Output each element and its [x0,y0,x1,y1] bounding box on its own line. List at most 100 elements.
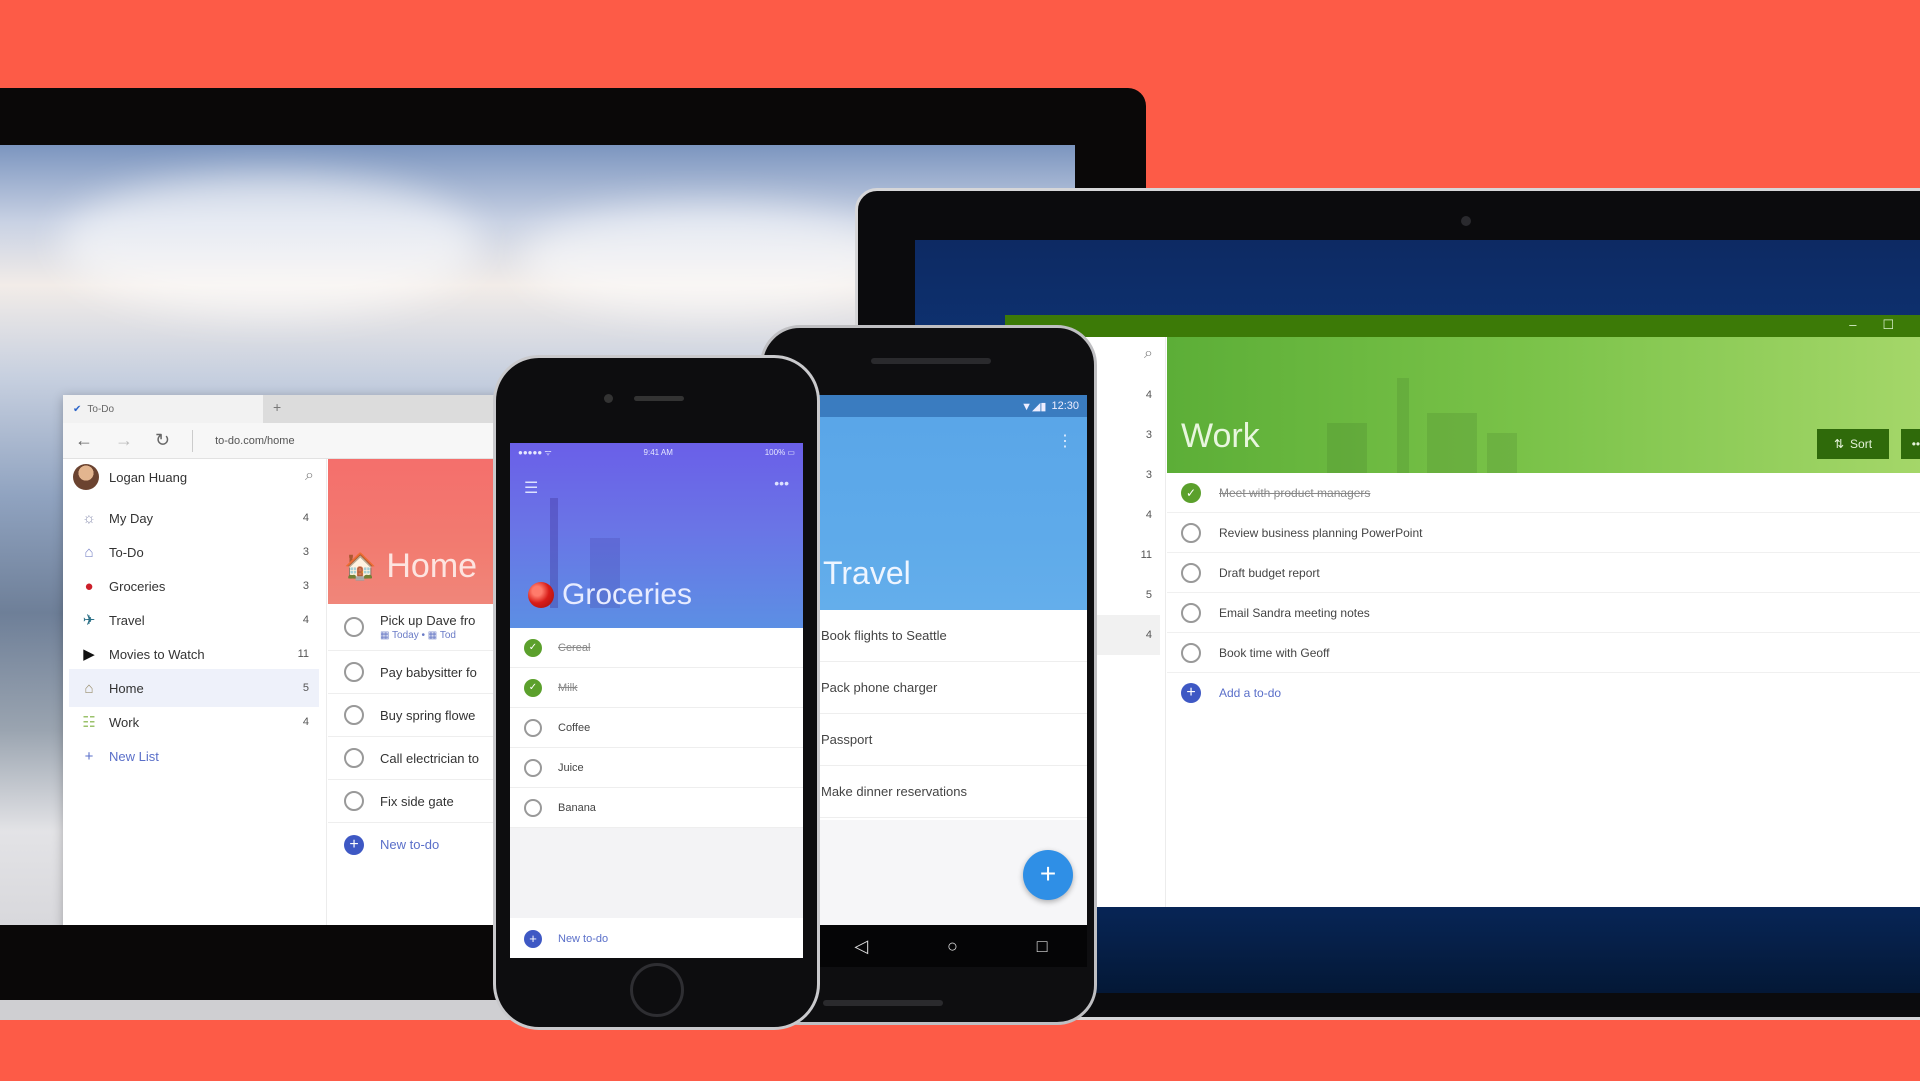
task-checkbox[interactable] [344,791,364,811]
plus-circle-icon: + [344,834,364,855]
check-icon[interactable]: ✓ [524,678,542,697]
task-text: Buy spring flowe [380,707,476,723]
task-row[interactable]: Book time with Geoff [1167,633,1920,673]
search-icon[interactable]: ⌕ [305,467,314,485]
android-nav-bar: ◁ ○ □ [815,925,1087,967]
iphone-screen: ●●●●● ᯤ 9:41 AM 100% ▭ ☰ ••• Groceries ✓… [510,443,803,958]
list-title: Travel [823,555,911,591]
new-todo-button[interactable]: + New to-do [510,921,803,957]
task-row[interactable]: ✓ Meet with product managers [1167,473,1920,513]
task-row[interactable]: Banana [510,788,803,828]
sidebar-item-label: Groceries [109,578,166,594]
check-icon[interactable]: ✓ [524,638,542,657]
camera-icon [604,394,613,403]
task-checkbox[interactable] [1181,602,1201,623]
signal-icons: ▼◢▮ [1021,400,1047,413]
task-row[interactable]: Passport [815,714,1087,766]
hamburger-menu-icon[interactable]: ☰ [524,478,538,498]
task-row[interactable]: Review business planning PowerPoint [1167,513,1920,553]
sidebar-item-count: 3 [1145,469,1152,481]
task-row[interactable]: Book flights to Seattle [815,610,1087,662]
minimize-icon[interactable]: – [1849,317,1856,333]
status-bar: ▼◢▮ 12:30 [815,395,1087,417]
sidebar-item-label: Home [109,680,144,696]
sidebar-item-home[interactable]: ⌂ Home 5 [69,669,319,707]
task-row[interactable]: ✓ Milk [510,668,803,708]
task-text: Call electrician to [380,750,479,766]
sidebar-item-count: 3 [302,546,309,558]
sidebar-item-label: Travel [109,612,145,628]
speaker-grille [871,358,991,364]
task-checkbox[interactable] [524,798,542,817]
more-options-button[interactable]: ••• [1901,429,1920,459]
sidebar-item-count: 4 [1145,509,1152,521]
task-checkbox[interactable] [1181,522,1201,543]
task-checkbox[interactable] [524,758,542,777]
laptop-base [0,1000,520,1020]
sidebar-item-groceries[interactable]: ● Groceries 3 [69,567,319,605]
add-todo-button[interactable]: + Add a to-do [1167,673,1920,713]
task-checkbox[interactable] [524,718,542,737]
add-fab-button[interactable]: + [1023,850,1073,900]
sidebar-item-travel[interactable]: ✈ Travel 4 [69,601,319,639]
task-text: Draft budget report [1219,565,1320,580]
list-header-banner: Work ⇅ Sort ••• [1167,337,1920,473]
sort-button[interactable]: ⇅ Sort [1817,429,1889,459]
sidebar-item-my-day[interactable]: ☼ My Day 4 [69,499,319,537]
refresh-icon[interactable]: ↻ [155,430,170,451]
task-checkbox[interactable] [1181,642,1201,663]
sidebar-item-label: My Day [109,510,154,526]
list-title: 🏠 Home [344,547,478,585]
sidebar-item-work[interactable]: ☷ Work 4 [69,703,319,741]
forward-icon[interactable]: → [115,430,133,451]
maximize-icon[interactable]: ☐ [1882,317,1894,333]
wallpaper-cloud [60,175,480,315]
task-row[interactable]: Make dinner reservations [815,766,1087,818]
new-list-button[interactable]: + New List [69,737,319,775]
window-controls: – ☐ ✕ [1849,317,1920,333]
address-bar[interactable]: to-do.com/home [215,435,294,447]
user-profile[interactable]: Logan Huang [63,459,327,495]
browser-tab[interactable]: ✔ To-Do [63,395,263,423]
sidebar-item-to-do[interactable]: ⌂ To-Do 3 [69,533,319,571]
back-icon[interactable]: ◁ [854,936,868,957]
sidebar-item-label: To-Do [109,544,144,560]
check-icon[interactable]: ✓ [1181,482,1201,503]
apple-icon: ● [84,577,94,595]
recents-icon[interactable]: □ [1037,936,1048,957]
more-icon[interactable]: ••• [774,475,789,491]
overflow-menu-icon[interactable]: ⋮ [1057,431,1073,451]
sidebar-item-label: Movies to Watch [109,646,205,662]
task-checkbox[interactable] [344,617,364,637]
task-text: Fix side gate [380,793,454,809]
task-text: Meet with product managers [1219,485,1371,500]
task-row[interactable]: Draft budget report [1167,553,1920,593]
signal-icon: ●●●●● ᯤ [518,447,552,457]
home-button[interactable] [630,963,684,1017]
task-row[interactable]: Email Sandra meeting notes [1167,593,1920,633]
list-header-banner: ⋮ Travel [815,417,1087,610]
new-tab-button[interactable]: + [273,399,281,415]
empty-area [510,828,803,918]
skyline-decoration [1397,378,1409,473]
task-row[interactable]: ✓ Cereal [510,628,803,668]
task-checkbox[interactable] [344,748,364,768]
task-checkbox[interactable] [344,705,364,725]
task-checkbox[interactable] [1181,562,1201,583]
task-row[interactable]: Coffee [510,708,803,748]
task-checkbox[interactable] [344,662,364,682]
task-row[interactable]: Pack phone charger [815,662,1087,714]
task-row[interactable]: Juice [510,748,803,788]
task-text: Pick up Dave fro [380,613,476,628]
status-time: 9:41 AM [643,447,673,457]
new-list-label: New List [109,748,159,764]
sidebar-item-count: 5 [1145,589,1152,601]
sidebar-item-movies[interactable]: ▶ Movies to Watch 11 [69,635,319,673]
home-icon[interactable]: ○ [947,936,958,957]
browser-tab-title: To-Do [87,403,115,415]
sidebar-item-count: 4 [1145,629,1152,641]
status-time: 12:30 [1051,400,1079,412]
back-icon[interactable]: ← [75,430,93,451]
task-text: Make dinner reservations [821,784,967,799]
search-icon[interactable]: ⌕ [1144,345,1153,363]
